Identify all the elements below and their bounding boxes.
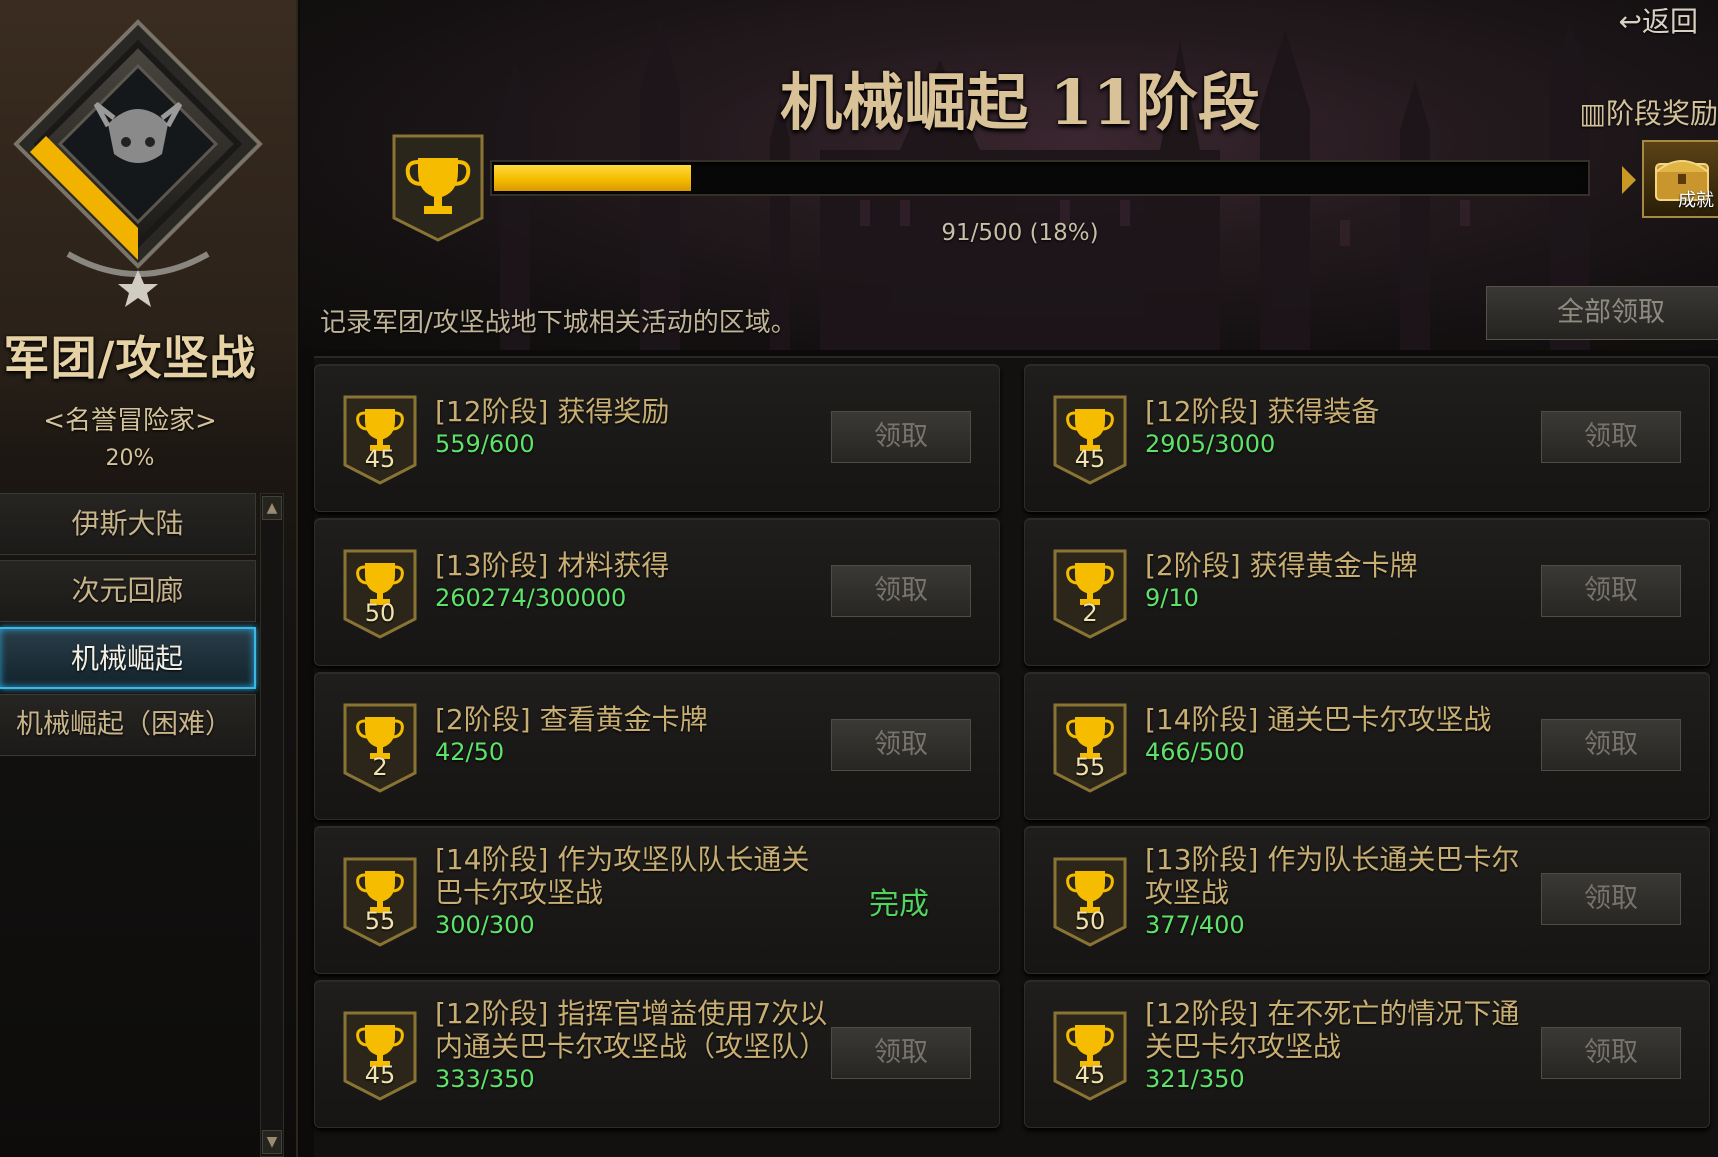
achievement-card: 2 [2阶段] 查看黄金卡牌 42/50 领取 xyxy=(314,672,1000,820)
achievement-title: [12阶段] 获得奖励 xyxy=(435,395,670,428)
achievement-title: [12阶段] 获得装备 xyxy=(1145,395,1380,428)
category-panel: 军团/攻坚战 <名誉冒险家> 20% 伊斯大陆 次元回廊 机械崛起 机械崛起（困… xyxy=(0,0,298,1157)
achievement-points: 2 xyxy=(372,753,388,781)
claim-button[interactable]: 领取 xyxy=(1541,873,1681,925)
achievement-progress: 2905/3000 xyxy=(1145,430,1276,458)
achievement-card: 50 [13阶段] 作为队长通关巴卡尔攻坚战 377/400 领取 xyxy=(1024,826,1710,974)
achievement-card: 45 [12阶段] 指挥官增益使用7次以内通关巴卡尔攻坚战（攻坚队） 333/350… xyxy=(314,980,1000,1128)
stage-reward-label: ▥阶段奖励 xyxy=(1579,97,1718,130)
achievement-card: 45 [12阶段] 获得装备 2905/3000 领取 xyxy=(1024,364,1710,512)
achievement-points: 2 xyxy=(1082,599,1098,627)
claim-button[interactable]: 领取 xyxy=(1541,1027,1681,1079)
nav-item-machine-rise-hard[interactable]: 机械崛起（困难） xyxy=(0,694,256,756)
category-percent: 20% xyxy=(105,446,155,471)
stage-banner: ↩返回 机械崛起 11阶段 ▥阶段奖励 成就 91/500 (18%) 记录军团… xyxy=(300,0,1718,350)
claim-button[interactable]: 领取 xyxy=(1541,411,1681,463)
achievement-title: [13阶段] 材料获得 xyxy=(435,549,670,582)
stage-reward-icon-text: 成就 xyxy=(1678,190,1714,211)
achievement-points: 45 xyxy=(364,445,396,473)
category-subtitle: <名誉冒险家> xyxy=(43,406,217,436)
reward-arrow-icon xyxy=(1622,166,1636,194)
completed-label: 完成 xyxy=(869,887,929,922)
nav-scrollbar[interactable]: ▲ ▼ xyxy=(260,493,284,1157)
nav-item-dimension-corridor[interactable]: 次元回廊 xyxy=(0,560,256,622)
category-description: 记录军团/攻坚战地下城相关活动的区域。 xyxy=(320,308,797,338)
nav-item-isle[interactable]: 伊斯大陆 xyxy=(0,493,256,555)
achievement-card: 50 [13阶段] 材料获得 260274/300000 领取 xyxy=(314,518,1000,666)
claim-button[interactable]: 领取 xyxy=(1541,719,1681,771)
nav-item-machine-rise[interactable]: 机械崛起 xyxy=(0,627,256,689)
achievement-progress: 559/600 xyxy=(435,430,535,458)
achievement-title: [14阶段] 作为攻坚队队长通关巴卡尔攻坚战 xyxy=(435,843,810,909)
achievement-progress: 466/500 xyxy=(1145,738,1245,766)
gift-icon: ▥ xyxy=(1579,97,1606,130)
achievement-progress: 260274/300000 xyxy=(435,584,627,612)
achievement-title: [12阶段] 在不死亡的情况下通关巴卡尔攻坚战 xyxy=(1145,997,1520,1063)
claim-button[interactable]: 领取 xyxy=(831,411,971,463)
achievement-grid: 45 [12阶段] 获得奖励 559/600 领取 45 [12阶段] 获得装备 2905/… xyxy=(314,356,1718,1157)
achievement-points: 50 xyxy=(1074,907,1106,935)
stage-reward-chest-icon[interactable]: 成就 xyxy=(1642,140,1718,218)
claim-button[interactable]: 领取 xyxy=(831,719,971,771)
achievement-progress: 333/350 xyxy=(435,1065,535,1093)
achievement-main: ↩返回 机械崛起 11阶段 ▥阶段奖励 成就 91/500 (18%) 记录军团… xyxy=(300,0,1718,1157)
scroll-down-icon[interactable]: ▼ xyxy=(262,1130,282,1154)
achievement-progress: 321/350 xyxy=(1145,1065,1245,1093)
stage-progress-text: 91/500 (18%) xyxy=(941,220,1099,246)
achievement-title: [13阶段] 作为队长通关巴卡尔攻坚战 xyxy=(1145,843,1520,909)
achievement-card: 45 [12阶段] 获得奖励 559/600 领取 xyxy=(314,364,1000,512)
category-title: 军团/攻坚战 xyxy=(3,331,257,385)
achievement-title: [2阶段] 获得黄金卡牌 xyxy=(1145,549,1418,582)
achievement-progress: 9/10 xyxy=(1145,584,1199,612)
achievement-progress: 377/400 xyxy=(1145,911,1245,939)
claim-button[interactable]: 领取 xyxy=(1541,565,1681,617)
subcategory-list: 伊斯大陆 次元回廊 机械崛起 机械崛起（困难） xyxy=(0,493,260,761)
stage-progress-fill xyxy=(494,165,691,191)
achievement-card: 2 [2阶段] 获得黄金卡牌 9/10 领取 xyxy=(1024,518,1710,666)
achievement-title: [14阶段] 通关巴卡尔攻坚战 xyxy=(1145,703,1492,736)
claim-button[interactable]: 领取 xyxy=(831,565,971,617)
return-button[interactable]: ↩返回 xyxy=(1619,0,1698,40)
achievement-points: 50 xyxy=(364,599,396,627)
achievement-progress: 300/300 xyxy=(435,911,535,939)
achievement-points: 55 xyxy=(1074,753,1106,781)
stage-title: 机械崛起 11阶段 xyxy=(780,66,1260,139)
achievement-title: [12阶段] 指挥官增益使用7次以内通关巴卡尔攻坚战（攻坚队） xyxy=(435,997,828,1063)
scroll-up-icon[interactable]: ▲ xyxy=(262,496,282,520)
legion-emblem-icon xyxy=(13,19,263,307)
claim-all-button[interactable]: 全部领取 xyxy=(1486,286,1718,340)
achievement-card: 55 [14阶段] 通关巴卡尔攻坚战 466/500 领取 xyxy=(1024,672,1710,820)
achievement-card: 45 [12阶段] 在不死亡的情况下通关巴卡尔攻坚战 321/350 领取 xyxy=(1024,980,1710,1128)
achievement-points: 45 xyxy=(364,1061,396,1089)
achievement-title: [2阶段] 查看黄金卡牌 xyxy=(435,703,708,736)
achievement-points: 55 xyxy=(364,907,396,935)
achievement-progress: 42/50 xyxy=(435,738,505,766)
achievement-points: 45 xyxy=(1074,445,1106,473)
claim-button[interactable]: 领取 xyxy=(831,1027,971,1079)
achievement-card: 55 [14阶段] 作为攻坚队队长通关巴卡尔攻坚战 300/300 完成 xyxy=(314,826,1000,974)
achievement-points: 45 xyxy=(1074,1061,1106,1089)
stage-progress-bar xyxy=(490,160,1590,196)
